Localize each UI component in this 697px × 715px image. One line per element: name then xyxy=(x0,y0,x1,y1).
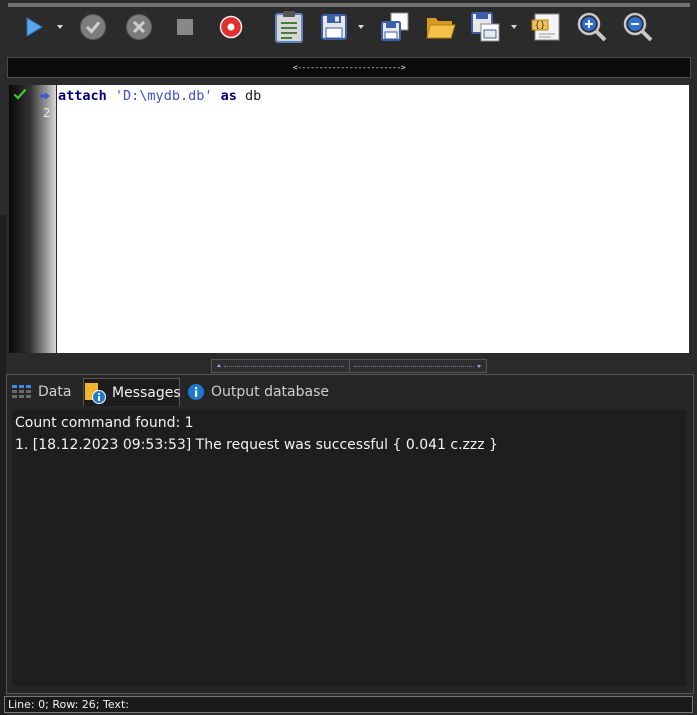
identifier-db: db xyxy=(245,88,262,104)
run-button[interactable] xyxy=(17,10,51,44)
cancel-circle-icon xyxy=(126,14,152,40)
play-icon xyxy=(26,17,43,37)
check-circle-icon xyxy=(80,14,106,40)
rollback-button[interactable] xyxy=(122,10,156,44)
zoom-out-icon xyxy=(623,12,653,42)
window-top-border xyxy=(8,3,690,7)
multi-floppy-icon xyxy=(471,12,500,42)
messages-info-icon xyxy=(84,382,106,404)
executed-check-icon xyxy=(13,88,27,100)
keyword-as: as xyxy=(220,88,237,104)
tab-data[interactable]: Data xyxy=(12,378,84,406)
toolbar: {} xyxy=(0,8,697,48)
zoom-in-button[interactable] xyxy=(575,10,609,44)
code-line[interactable]: attach 'D:\mydb.db' as db xyxy=(58,87,261,105)
grid-icon xyxy=(12,385,32,399)
message-line: Count command found: 1 xyxy=(15,415,194,431)
save-all-dropdown-arrow[interactable] xyxy=(511,25,517,29)
commit-button[interactable] xyxy=(76,10,110,44)
keyword-attach: attach xyxy=(58,88,107,104)
save-button[interactable] xyxy=(317,10,351,44)
stop-button[interactable] xyxy=(168,10,202,44)
status-text: Line: 0; Row: 26; Text: xyxy=(8,698,129,711)
notes-button[interactable] xyxy=(272,10,306,44)
results-panel: Data Messages Output database Count comm… xyxy=(6,374,694,694)
editor-results-splitter[interactable] xyxy=(211,359,487,373)
record-button[interactable] xyxy=(214,10,248,44)
tab-messages[interactable]: Messages xyxy=(83,378,181,406)
copy-floppy-icon xyxy=(381,12,409,41)
info-icon xyxy=(187,383,205,401)
string-path: 'D:\mydb.db' xyxy=(114,88,213,104)
run-dropdown-arrow[interactable] xyxy=(57,25,63,29)
tab-output-database[interactable]: Output database xyxy=(187,378,357,406)
results-tabs: Data Messages Output database xyxy=(7,375,693,407)
format-code-button[interactable]: {} xyxy=(529,10,563,44)
current-line-arrow-icon xyxy=(40,92,50,100)
stop-icon xyxy=(177,19,193,35)
open-button[interactable] xyxy=(424,10,458,44)
record-icon xyxy=(219,15,243,39)
sql-editor[interactable]: 2 attach 'D:\mydb.db' as db xyxy=(9,85,689,353)
collapse-down-icon[interactable] xyxy=(477,365,481,368)
line-number: 2 xyxy=(43,106,51,120)
messages-output[interactable]: Count command found: 1 1. [18.12.2023 09… xyxy=(12,410,686,686)
save-copy-button[interactable] xyxy=(378,10,412,44)
status-bar: Line: 0; Row: 26; Text: xyxy=(4,696,693,713)
collapse-up-icon[interactable] xyxy=(217,364,221,367)
clipboard-icon xyxy=(275,11,303,43)
message-line: 1. [18.12.2023 09:53:53] The request was… xyxy=(15,437,498,453)
line-gutter: 2 xyxy=(9,85,57,353)
zoom-in-icon xyxy=(577,12,607,42)
save-all-button[interactable] xyxy=(469,10,503,44)
code-braces-icon: {} xyxy=(531,13,560,41)
zoom-out-button[interactable] xyxy=(621,10,655,44)
splitter-label: <------------------------> xyxy=(292,63,406,72)
panel-splitter[interactable]: <------------------------> xyxy=(7,57,691,78)
tab-data-label: Data xyxy=(38,384,72,400)
tab-output-database-label: Output database xyxy=(211,384,329,400)
floppy-icon xyxy=(321,14,347,40)
svg-text:{}: {} xyxy=(535,21,546,31)
folder-open-icon xyxy=(426,18,456,39)
save-dropdown-arrow[interactable] xyxy=(358,25,364,29)
tab-messages-label: Messages xyxy=(112,384,181,401)
